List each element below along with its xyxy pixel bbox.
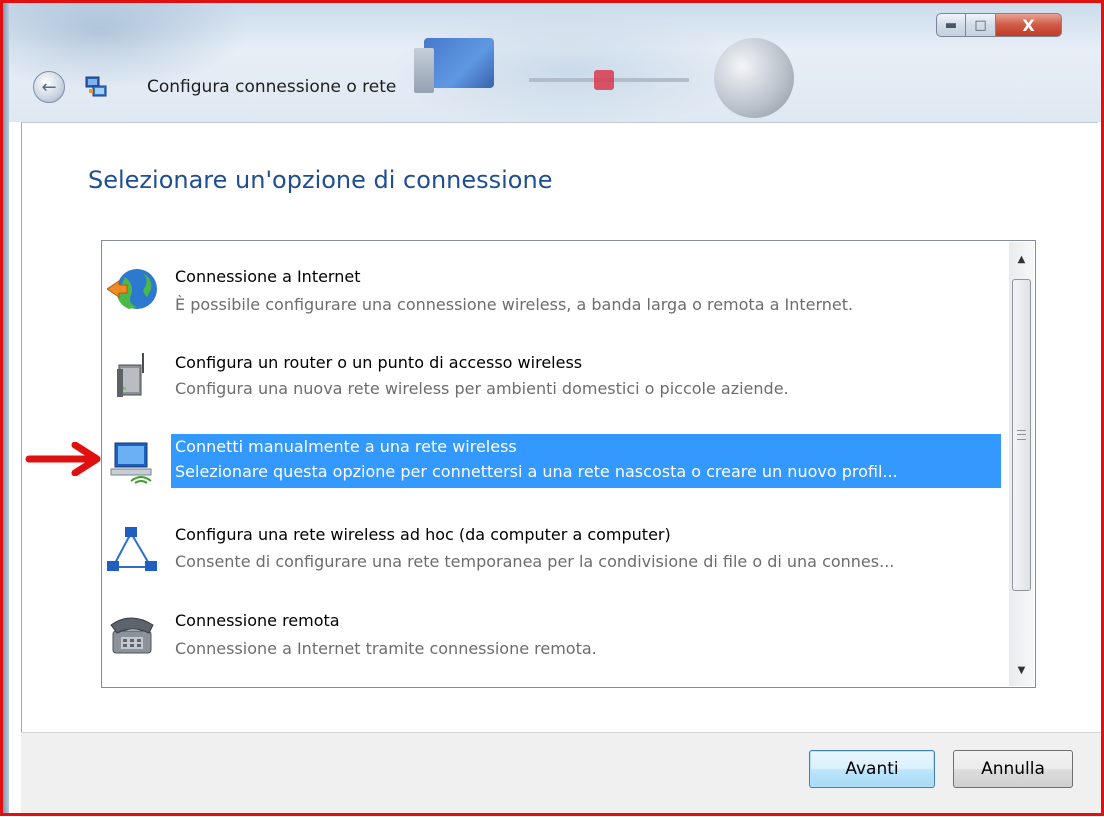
connection-options-list[interactable]: Connessione a Internet È possibile confi… xyxy=(101,240,1036,688)
dialup-phone-icon xyxy=(110,617,154,654)
option-description: Selezionare questa opzione per connetter… xyxy=(175,462,898,481)
list-item[interactable]: Connessione remota Connessione a Interne… xyxy=(105,601,1005,673)
window-frame-left xyxy=(3,0,9,816)
globe-icon xyxy=(714,38,794,118)
wizard-footer xyxy=(21,732,1101,817)
scrollbar-thumb[interactable] xyxy=(1012,279,1031,591)
page-heading: Selezionare un'opzione di connessione xyxy=(88,166,553,194)
back-button[interactable]: ← xyxy=(33,71,65,103)
maximize-icon: □ xyxy=(974,17,987,33)
window-controls: ▬ □ X xyxy=(936,13,1062,37)
close-icon: X xyxy=(1022,15,1035,35)
maximize-button[interactable]: □ xyxy=(966,13,996,37)
option-description: Consente di configurare una rete tempora… xyxy=(175,552,895,571)
list-item[interactable]: Configura una rete wireless ad hoc (da c… xyxy=(105,515,1005,587)
option-title: Configura una rete wireless ad hoc (da c… xyxy=(175,525,671,544)
network-disconnected-icon xyxy=(594,70,614,90)
vertical-scrollbar[interactable]: ▲ ▼ xyxy=(1009,242,1034,686)
option-description: Connessione a Internet tramite connessio… xyxy=(175,639,597,658)
network-computer-icon xyxy=(414,38,494,93)
internet-globe-icon xyxy=(107,269,157,309)
annotation-arrow-icon xyxy=(25,442,101,476)
next-button[interactable]: Avanti xyxy=(809,750,935,788)
adhoc-network-icon xyxy=(107,527,157,571)
option-title: Connessione a Internet xyxy=(175,267,361,286)
option-title: Connetti manualmente a una rete wireless xyxy=(175,437,517,456)
network-wizard-icon xyxy=(85,76,107,97)
window-title: Configura connessione o rete xyxy=(147,77,397,97)
minimize-button[interactable]: ▬ xyxy=(936,13,966,37)
minimize-icon: ▬ xyxy=(944,17,958,33)
option-title: Configura un router o un punto di access… xyxy=(175,353,583,372)
arrow-down-icon: ▼ xyxy=(1017,664,1026,676)
arrow-up-icon: ▲ xyxy=(1017,253,1026,265)
list-item-selected[interactable]: Connetti manualmente a una rete wireless… xyxy=(105,427,1005,499)
scroll-down-button[interactable]: ▼ xyxy=(1009,659,1034,681)
cancel-button[interactable]: Annulla xyxy=(953,750,1073,788)
list-item[interactable]: Connessione a Internet È possibile confi… xyxy=(105,243,1005,315)
close-button[interactable]: X xyxy=(996,13,1062,37)
back-arrow-icon: ← xyxy=(41,76,57,98)
scroll-up-button[interactable]: ▲ xyxy=(1009,248,1034,270)
option-description: È possibile configurare una connessione … xyxy=(175,295,854,314)
list-item[interactable]: Configura un router o un punto di access… xyxy=(105,339,1005,411)
option-description: Configura una nuova rete wireless per am… xyxy=(175,379,789,398)
router-icon xyxy=(117,353,144,397)
wireless-network-icon xyxy=(110,442,152,484)
option-title: Connessione remota xyxy=(175,611,340,630)
grip-icon xyxy=(1017,430,1026,440)
